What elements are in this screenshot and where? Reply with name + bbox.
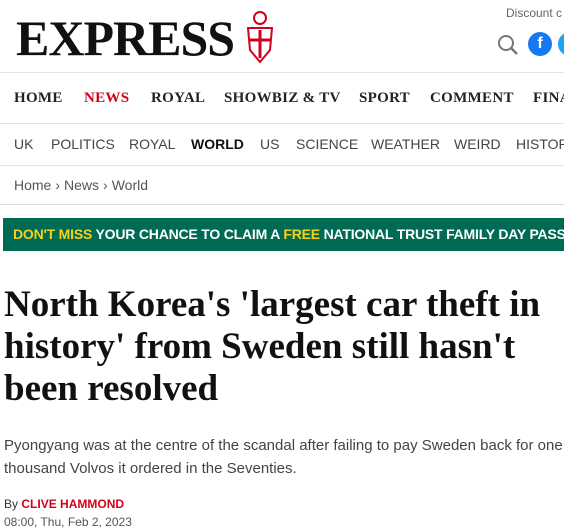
search-icon[interactable] xyxy=(497,34,519,56)
crest-icon xyxy=(246,11,274,64)
subnav-item-politics[interactable]: POLITICS xyxy=(51,136,115,152)
promo-highlight: DON'T MISS xyxy=(13,226,93,242)
breadcrumb-home[interactable]: Home xyxy=(14,177,51,193)
masthead: EXPRESS Discount c f xyxy=(0,0,564,72)
divider xyxy=(0,204,564,205)
facebook-icon[interactable]: f xyxy=(528,32,552,56)
subnav-item-royal[interactable]: ROYAL xyxy=(129,136,175,152)
subnav-item-science[interactable]: SCIENCE xyxy=(296,136,358,152)
subnav-item-us[interactable]: US xyxy=(260,136,279,152)
article-headline: North Korea's 'largest car theft in hist… xyxy=(4,284,541,409)
byline: By CLIVE HAMMOND xyxy=(4,497,124,511)
chevron-right-icon: › xyxy=(55,177,61,193)
promo-banner-text: DON'T MISS YOUR CHANCE TO CLAIM A FREE N… xyxy=(13,226,564,242)
byline-prefix: By xyxy=(4,497,19,511)
secondary-nav: UK POLITICS ROYAL WORLD US SCIENCE WEATH… xyxy=(0,124,564,166)
subnav-item-weird[interactable]: WEIRD xyxy=(454,136,501,152)
nav-item-sport[interactable]: SPORT xyxy=(359,90,410,107)
breadcrumb-news[interactable]: News xyxy=(64,177,99,193)
nav-item-finance[interactable]: FINA xyxy=(533,90,564,107)
nav-item-showbiz-tv[interactable]: SHOWBIZ & TV xyxy=(224,90,341,107)
discount-link[interactable]: Discount c xyxy=(506,6,562,20)
primary-nav: HOME NEWS ROYAL SHOWBIZ & TV SPORT COMME… xyxy=(0,72,564,124)
logo-text: EXPRESS xyxy=(16,10,235,66)
author-link[interactable]: CLIVE HAMMOND xyxy=(21,497,124,511)
nav-item-news[interactable]: NEWS xyxy=(84,90,129,107)
breadcrumb-world[interactable]: World xyxy=(112,177,148,193)
subnav-item-uk[interactable]: UK xyxy=(14,136,33,152)
promo-banner[interactable]: DON'T MISS YOUR CHANCE TO CLAIM A FREE N… xyxy=(3,218,564,251)
nav-item-home[interactable]: HOME xyxy=(14,90,63,107)
publish-date: 08:00, Thu, Feb 2, 2023 xyxy=(4,515,132,529)
subnav-item-world[interactable]: WORLD xyxy=(191,136,244,152)
breadcrumb: Home › News › World xyxy=(14,177,148,193)
nav-item-comment[interactable]: COMMENT xyxy=(430,90,514,107)
nav-item-royal[interactable]: ROYAL xyxy=(151,90,205,107)
promo-text-end: NATIONAL TRUST FAMILY DAY PASS - xyxy=(323,226,564,242)
chevron-right-icon: › xyxy=(103,177,108,193)
promo-text: YOUR CHANCE TO CLAIM A xyxy=(95,226,280,242)
subnav-item-history[interactable]: HISTOR xyxy=(516,136,564,152)
express-logo[interactable]: EXPRESS xyxy=(16,8,280,68)
twitter-icon[interactable] xyxy=(558,32,564,56)
promo-free: FREE xyxy=(283,226,320,242)
subnav-item-weather[interactable]: WEATHER xyxy=(371,136,440,152)
article-standfirst: Pyongyang was at the centre of the scand… xyxy=(4,437,563,477)
